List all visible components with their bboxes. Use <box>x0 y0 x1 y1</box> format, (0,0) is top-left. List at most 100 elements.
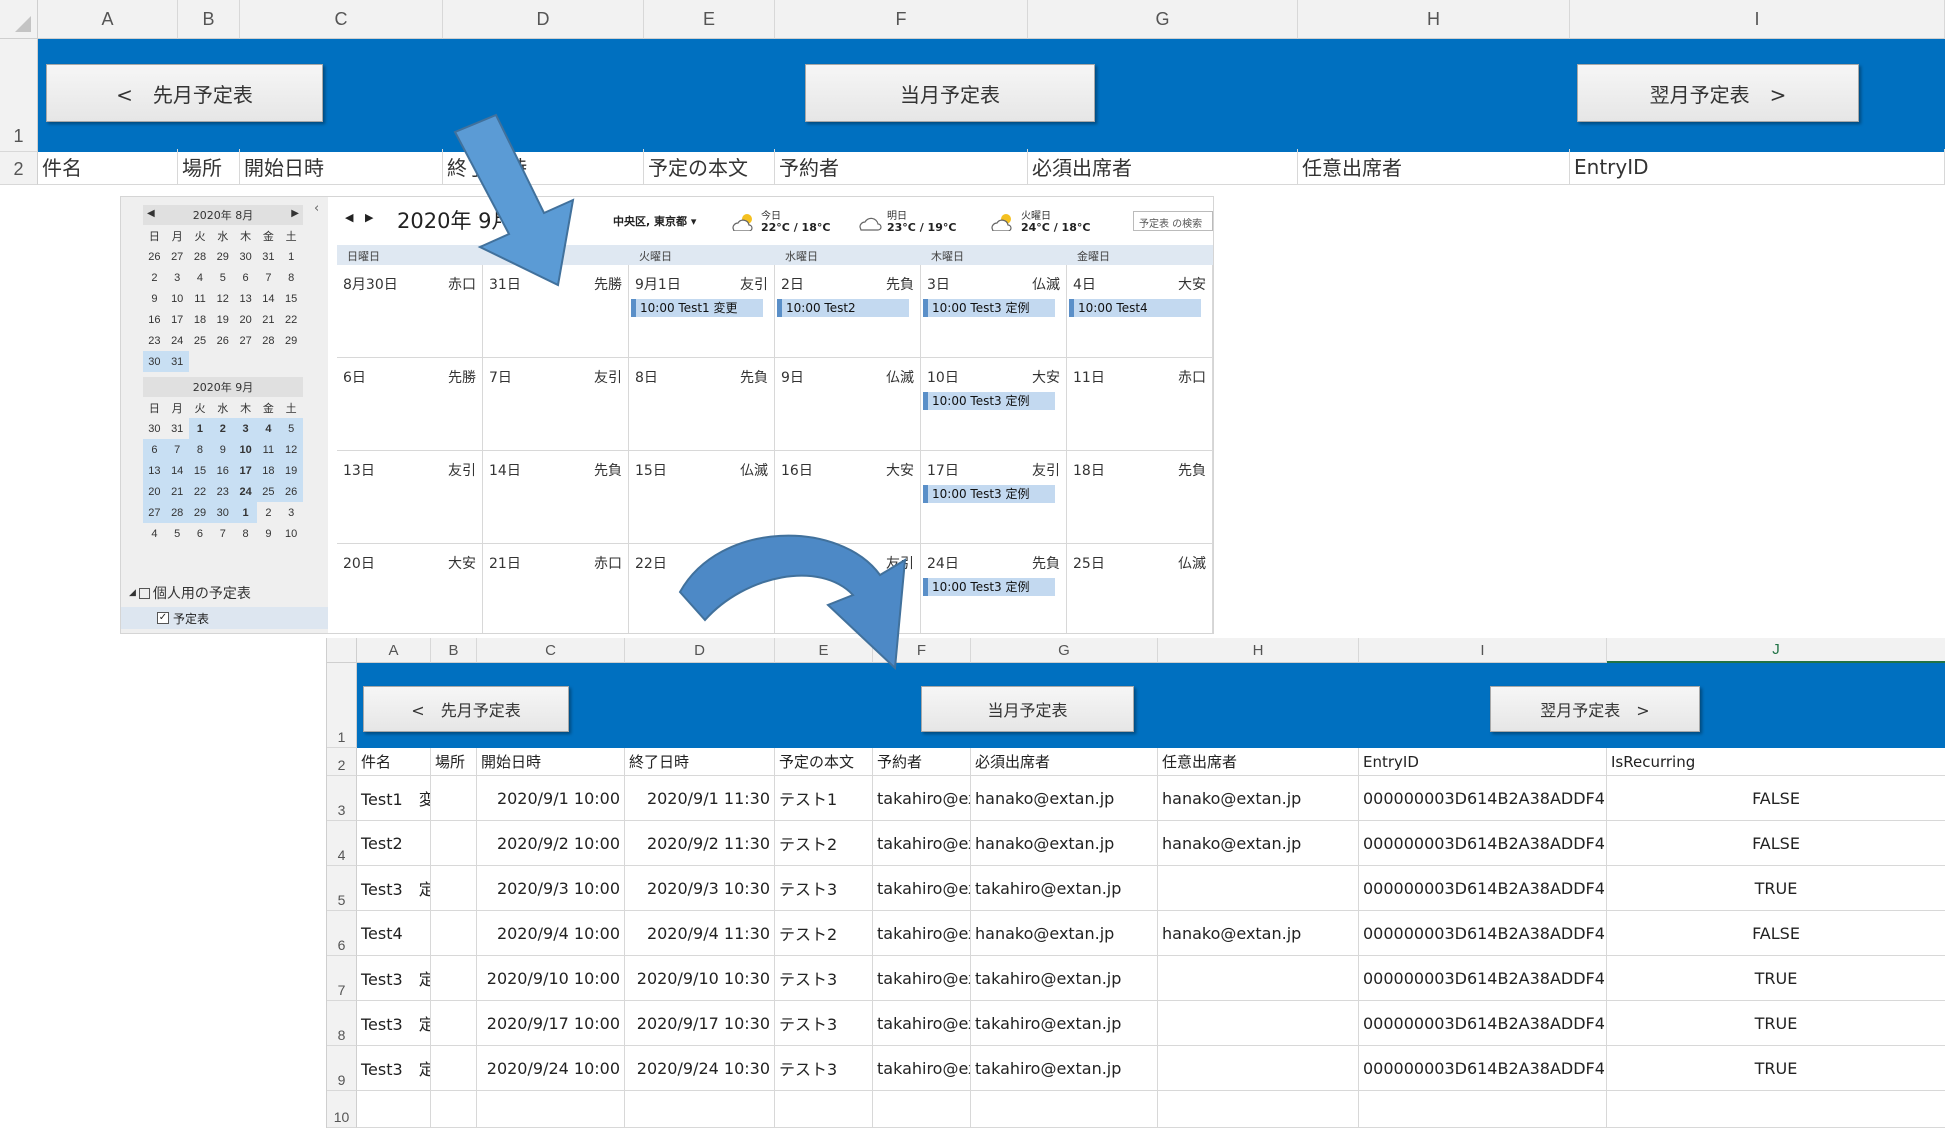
table-cell[interactable]: takahiro@extan.jp <box>971 1046 1158 1091</box>
calendar-day-cell[interactable]: 9月1日 友引 10:00 Test1 変更 <box>629 265 775 358</box>
table-cell[interactable] <box>1158 1091 1359 1128</box>
table-cell[interactable]: テスト1 <box>775 776 873 821</box>
row-header-3[interactable]: 3 <box>327 776 357 821</box>
table-cell[interactable]: TRUE <box>1607 1046 1945 1091</box>
header-cell[interactable]: 場所 <box>431 748 477 776</box>
prev-month-arrow-icon[interactable]: ◀ <box>345 211 353 224</box>
table-cell[interactable]: テスト3 <box>775 956 873 1001</box>
calendar-day-cell[interactable]: 20日 大安 <box>337 544 483 633</box>
calendar-day-cell[interactable]: 2日 先負 10:00 Test2 <box>775 265 921 358</box>
table-cell[interactable]: takahiro@extan.jp <box>873 1046 971 1091</box>
table-cell[interactable] <box>625 1091 775 1128</box>
mini-day[interactable]: 4 <box>143 523 166 544</box>
table-cell[interactable]: takahiro@extan.jp <box>873 821 971 866</box>
mini-day[interactable]: 7 <box>165 439 189 460</box>
calendar-day-cell[interactable]: 17日 友引 10:00 Test3 定例 <box>921 451 1067 544</box>
column-header-b[interactable]: B <box>178 0 240 39</box>
table-cell[interactable] <box>1359 1091 1607 1128</box>
table-cell[interactable]: takahiro@extan.jp <box>873 911 971 956</box>
table-cell[interactable]: takahiro@extan.jp <box>971 1001 1158 1046</box>
calendar-day-cell[interactable]: 9日 仏滅 <box>775 358 921 451</box>
mini-day[interactable]: 26 <box>211 330 234 351</box>
mini-day[interactable]: 8 <box>234 523 257 544</box>
mini-day[interactable]: 27 <box>166 246 189 267</box>
table-cell[interactable]: テスト2 <box>775 911 873 956</box>
mini-day[interactable]: 5 <box>211 267 234 288</box>
mini-day[interactable]: 18 <box>189 309 212 330</box>
table-cell[interactable]: takahiro@extan.jp <box>971 956 1158 1001</box>
column-header-i[interactable]: I <box>1570 0 1945 39</box>
mini-day[interactable]: 8 <box>280 267 303 288</box>
header-cell[interactable]: 開始日時 <box>477 748 625 776</box>
table-cell[interactable] <box>971 1091 1158 1128</box>
mini-day[interactable]: 3 <box>234 418 257 439</box>
calendar-day-cell[interactable]: 6日 先勝 <box>337 358 483 451</box>
next-month-button[interactable]: 翌月予定表 > <box>1490 686 1700 732</box>
table-cell[interactable]: 2020/9/2 11:30 <box>625 821 775 866</box>
mini-day[interactable]: 12 <box>279 439 303 460</box>
table-cell[interactable]: 000000003D614B2A38ADDF4F8E9D6D5D <box>1359 956 1607 1001</box>
mini-day[interactable]: 10 <box>280 523 303 544</box>
mini-day[interactable]: 13 <box>234 288 257 309</box>
mini-day[interactable]: 30 <box>143 418 166 439</box>
table-cell[interactable]: 2020/9/17 10:00 <box>477 1001 625 1046</box>
calendar-event[interactable]: 10:00 Test3 定例 <box>923 299 1055 317</box>
mini-calendar-grid[interactable]: 日月火水木金土 30 31 1 2 3 4 5 6 7 8 9 10 11 12 13 14 15 16 17 18 19… <box>143 397 303 544</box>
next-month-arrow-icon[interactable]: ▶ <box>365 211 373 224</box>
mini-day[interactable]: 15 <box>280 288 303 309</box>
mini-day[interactable]: 17 <box>234 460 257 481</box>
calendar-event[interactable]: 10:00 Test1 変更 <box>631 299 763 317</box>
header-cell[interactable]: 予定の本文 <box>644 149 775 185</box>
table-cell[interactable]: 000000003D614B2A38ADDF4F8E9D6D5D <box>1359 1046 1607 1091</box>
table-cell[interactable]: hanako@extan.jp <box>971 821 1158 866</box>
table-cell[interactable] <box>357 1091 431 1128</box>
table-cell[interactable]: 000000003D614B2A38ADDF4F8E9D6D5D <box>1359 866 1607 911</box>
mini-day[interactable]: 31 <box>257 246 280 267</box>
select-all-corner[interactable] <box>0 0 38 39</box>
table-cell[interactable] <box>1607 1091 1945 1128</box>
header-cell[interactable]: 必須出席者 <box>1028 149 1298 185</box>
table-cell[interactable]: takahiro@extan.jp <box>873 956 971 1001</box>
table-cell[interactable]: Test1 変更 <box>357 776 431 821</box>
mini-day[interactable]: 19 <box>279 460 303 481</box>
table-cell[interactable]: 2020/9/3 10:00 <box>477 866 625 911</box>
column-header-e[interactable]: E <box>644 0 775 39</box>
current-month-button[interactable]: 当月予定表 <box>805 64 1095 122</box>
mini-day[interactable]: 25 <box>256 481 280 502</box>
mini-day[interactable]: 19 <box>211 309 234 330</box>
table-cell[interactable] <box>431 1046 477 1091</box>
column-header-a[interactable]: A <box>357 638 431 663</box>
collapse-pane-icon[interactable]: ‹ <box>314 201 319 216</box>
table-cell[interactable]: 000000003D614B2A38ADDF4F8E9D6D5D <box>1359 776 1607 821</box>
header-cell[interactable]: 終了日時 <box>625 748 775 776</box>
table-cell[interactable]: hanako@extan.jp <box>1158 821 1359 866</box>
header-cell[interactable]: 開始日時 <box>240 149 443 185</box>
mini-day[interactable]: 31 <box>165 351 189 372</box>
calendar-event[interactable]: 10:00 Test4 <box>1069 299 1201 317</box>
table-cell[interactable]: hanako@extan.jp <box>971 776 1158 821</box>
header-cell[interactable]: 予約者 <box>775 149 1028 185</box>
folder-item-calendar[interactable]: ✓ 予定表 <box>121 607 328 629</box>
calendar-day-cell[interactable]: 4日 大安 10:00 Test4 <box>1067 265 1213 358</box>
mini-day[interactable]: 21 <box>257 309 280 330</box>
table-cell[interactable]: 2020/9/4 10:00 <box>477 911 625 956</box>
header-cell[interactable]: EntryID <box>1359 748 1607 776</box>
calendar-day-cell[interactable]: 14日 先負 <box>483 451 629 544</box>
table-cell[interactable]: 000000003D614B2A38ADDF4F8E9D6D5D <box>1359 1001 1607 1046</box>
mini-day[interactable]: 15 <box>188 460 212 481</box>
table-cell[interactable]: takahiro@extan.jp <box>873 776 971 821</box>
calendar-day-cell[interactable]: 21日 赤口 <box>483 544 629 633</box>
calendar-day-cell[interactable]: 15日 仏滅 <box>629 451 775 544</box>
mini-day[interactable]: 24 <box>166 330 189 351</box>
table-cell[interactable] <box>873 1091 971 1128</box>
header-cell[interactable]: EntryID <box>1570 149 1945 185</box>
table-cell[interactable]: TRUE <box>1607 866 1945 911</box>
column-header-a[interactable]: A <box>38 0 178 39</box>
mini-day[interactable]: 20 <box>234 309 257 330</box>
mini-day[interactable]: 29 <box>211 246 234 267</box>
row-header-7[interactable]: 7 <box>327 956 357 1001</box>
table-cell[interactable] <box>431 911 477 956</box>
table-cell[interactable]: 2020/9/10 10:00 <box>477 956 625 1001</box>
table-cell[interactable]: 2020/9/10 10:30 <box>625 956 775 1001</box>
table-cell[interactable] <box>1158 956 1359 1001</box>
